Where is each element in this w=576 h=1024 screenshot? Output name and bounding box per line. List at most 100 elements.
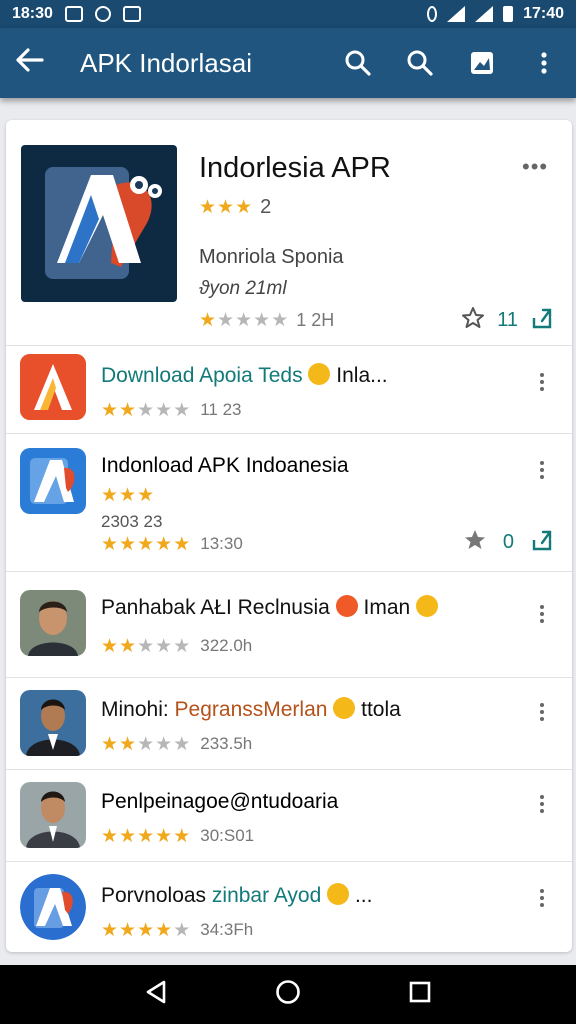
featured-app[interactable]: Indorlesia APR ••• ★ ★ ★ 2 Monriola Sponia… [6,120,572,345]
star-icon: ★ [173,733,191,755]
status-left: 18:30 [12,5,141,23]
list-item-title: Penlpeinagoe@ntudoaria [101,790,339,813]
featured-bottom-row: ★ ★ ★ ★ ★ 1 2H [199,310,334,331]
featured-bottom-text: 1 2H [296,310,335,330]
star-icon: ★ [199,197,217,218]
star-icon: ★ [253,310,271,331]
list-item[interactable]: Panhabak AŁI Reclnusia Iman ★ ★ ★ ★ ★ 322.0h [6,571,572,677]
list-item-stars: ★ ★ ★ ★ ★ [101,637,190,656]
star-icon: ★ [119,635,137,657]
app-bar: APK Indorlasai [0,28,576,98]
list-item-title-main: Download Apoia Teds [101,364,303,387]
overflow-menu-icon[interactable] [528,47,560,79]
featured-more-icon[interactable]: ••• [522,154,548,180]
star-icon: ★ [155,533,173,555]
featured-actions: 11 [461,306,554,335]
featured-bottom-stars: ★ ★ ★ ★ ★ [199,311,288,330]
featured-app-name: Indorlesia APR [199,152,391,184]
list-item-meta: ★ ★ ★ ★ ★ 13:30 [101,534,243,554]
person-avatar-icon [20,782,86,848]
star-icon: ★ [235,310,253,331]
list-item-title-suffix: ttola [361,698,401,721]
star-icon: ★ [101,485,119,506]
favorite-count: 11 [497,309,518,331]
orange-a-app-icon [20,354,86,420]
list-item[interactable]: Penlpeinagoe@ntudoaria ★ ★ ★ ★ ★ 30:S01 [6,769,572,861]
list-item-title: Panhabak AŁI Reclnusia Iman [101,595,439,620]
recents-square-icon[interactable] [408,980,432,1009]
favorite-count: 0 [502,531,514,553]
list-item-stars-row: ★ ★ ★ [101,486,154,505]
image-icon[interactable] [466,47,498,79]
signal-icon [475,6,494,22]
list-item-meta: ★ ★ ★ ★ ★ 30:S01 [101,826,254,846]
list-item-title: Download Apoia Teds Inla... [101,363,388,388]
star-icon: ★ [119,733,137,755]
list-item-title: Minohi: PegranssMerlan ttola [101,697,401,722]
list-item-title-suffix: Inla... [336,364,388,387]
list-item-stars: ★ ★ ★ ★ ★ [101,921,190,940]
share-icon[interactable] [530,306,554,335]
blue-a-app-icon [20,874,86,940]
list-item-stars: ★ ★ ★ [101,486,154,505]
star-icon: ★ [173,399,191,421]
item-overflow-icon[interactable] [532,884,552,912]
app-list-card: Indorlesia APR ••• ★ ★ ★ 2 Monriola Sponia… [6,120,572,952]
list-item-meta-text: 30:S01 [200,826,255,845]
featured-stars: ★ ★ ★ [199,198,252,217]
list-item-title-suffix: ... [354,884,373,907]
smile-emoji-icon [416,595,439,618]
list-item[interactable]: Porvnoloas zinbar Ayod ... ★ ★ ★ ★ ★ 34:3Fh [6,861,572,952]
list-item[interactable]: Download Apoia Teds Inla... ★ ★ ★ ★ ★ 11 23 [6,345,572,433]
star-icon: ★ [137,485,155,506]
star-icon: ★ [155,733,173,755]
item-overflow-icon[interactable] [532,698,552,726]
list-item-meta: ★ ★ ★ ★ ★ 34:3Fh [101,920,253,940]
status-bar: 18:30 17:40 [0,0,576,28]
laugh-emoji-icon [335,595,358,618]
list-item-stars: ★ ★ ★ ★ ★ [101,535,190,554]
smile-emoji-icon [333,697,356,720]
list-item-meta: ★ ★ ★ ★ ★ 11 23 [101,400,242,420]
star-icon: ★ [199,310,217,331]
back-arrow-icon[interactable] [16,48,56,78]
item-overflow-icon[interactable] [532,790,552,818]
system-nav-bar [0,965,576,1024]
gallery-notification-icon [64,6,83,22]
favorite-star-icon[interactable] [461,306,485,335]
star-icon: ★ [137,399,155,421]
home-circle-icon[interactable] [275,979,301,1010]
item-overflow-icon[interactable] [532,456,552,484]
star-icon: ★ [173,825,191,847]
star-icon: ★ [137,635,155,657]
list-item-stars: ★ ★ ★ ★ ★ [101,735,190,754]
favorite-star-icon[interactable] [463,528,487,557]
list-item-stars: ★ ★ ★ ★ ★ [101,401,190,420]
share-icon[interactable] [530,528,554,557]
back-triangle-icon[interactable] [144,979,168,1010]
person-avatar-icon [20,690,86,756]
list-item-title: Porvnoloas zinbar Ayod ... [101,883,373,908]
star-icon: ★ [101,919,119,941]
vibrate-icon [427,6,438,22]
star-icon: ★ [155,399,173,421]
item-overflow-icon[interactable] [532,368,552,396]
featured-rating-value: 2 [260,196,272,218]
list-item[interactable]: Minohi: PegranssMerlan ttola ★ ★ ★ ★ ★ 233.5… [6,677,572,769]
featured-rating: ★ ★ ★ 2 [199,196,271,219]
star-icon: ★ [101,533,119,555]
sync-notification-icon [94,6,111,22]
list-item-title-main: Panhabak AŁI Reclnusia [101,596,330,619]
star-icon: ★ [173,919,191,941]
list-item-meta-text: 34:3Fh [200,920,254,939]
item-overflow-icon[interactable] [532,600,552,628]
list-item[interactable]: Indonload APK Indoanesia ★ ★ ★ 2303 23 ★ ★ ★… [6,433,572,571]
search-icon[interactable] [404,47,436,79]
battery-icon [503,6,514,22]
featured-developer: Monriola Sponia [199,246,344,268]
star-icon: ★ [101,733,119,755]
smile-emoji-icon [327,883,350,906]
star-icon: ★ [101,825,119,847]
blue-a-app-icon [20,448,86,514]
search-icon[interactable] [342,47,374,79]
